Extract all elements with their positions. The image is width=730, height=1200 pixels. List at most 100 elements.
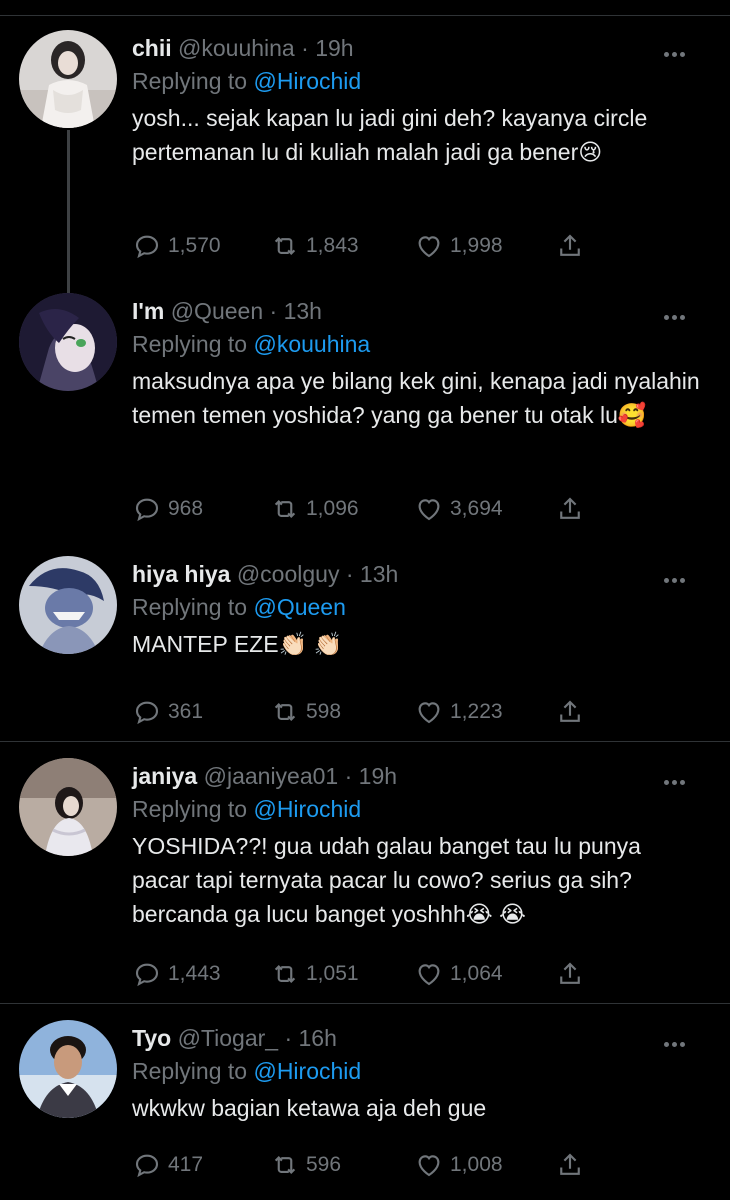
share-button[interactable] <box>555 695 591 729</box>
avatar[interactable] <box>19 1020 117 1118</box>
avatar[interactable] <box>19 556 117 654</box>
mention-link[interactable]: @Hirochid <box>253 796 361 822</box>
tweet-header: hiya hiya @coolguy · 13h <box>132 559 700 589</box>
avatar[interactable] <box>19 293 117 391</box>
replying-to: Replying to @Hirochid <box>132 794 700 824</box>
reply-button[interactable]: 1,443 <box>132 957 221 991</box>
separator-dot: · <box>344 763 353 789</box>
reply-count: 1,443 <box>168 962 221 985</box>
heart-icon <box>418 702 440 724</box>
tweet-actions: 1,570 1,843 1,998 <box>132 229 592 263</box>
mention-link[interactable]: @Queen <box>253 594 345 620</box>
timestamp[interactable]: 19h <box>315 35 353 61</box>
reply-count: 361 <box>168 700 204 723</box>
tweet-text: MANTEP EZE👏🏻 👏🏻 <box>132 627 700 661</box>
share-button[interactable] <box>555 229 591 263</box>
timestamp[interactable]: 13h <box>284 298 322 324</box>
username[interactable]: @kouuhina <box>178 35 295 61</box>
username[interactable]: @Tiogar_ <box>178 1025 278 1051</box>
avatar[interactable] <box>19 758 117 856</box>
heart-icon <box>418 1155 440 1177</box>
share-button[interactable] <box>555 957 591 991</box>
timestamp[interactable]: 13h <box>360 561 398 587</box>
retweet-button[interactable]: 1,843 <box>270 229 359 263</box>
retweet-count: 1,051 <box>306 962 359 985</box>
like-button[interactable]: 1,008 <box>414 1148 503 1182</box>
username[interactable]: @coolguy <box>237 561 340 587</box>
avatar[interactable] <box>19 30 117 128</box>
mention-link[interactable]: @Hirochid <box>253 68 361 94</box>
timestamp[interactable]: 19h <box>359 763 397 789</box>
share-icon <box>560 234 580 256</box>
tweet-text: wkwkw bagian ketawa aja deh gue <box>132 1091 700 1125</box>
separator-dot: · <box>345 561 354 587</box>
like-count: 1,064 <box>450 962 503 985</box>
display-name[interactable]: janiya <box>132 763 197 789</box>
share-icon <box>560 700 580 722</box>
share-icon <box>560 962 580 984</box>
retweet-icon <box>274 964 296 984</box>
tweet-content: janiya @jaaniyea01 · 19h Replying to @Hi… <box>132 761 700 931</box>
like-count: 1,223 <box>450 700 503 723</box>
retweet-button[interactable]: 1,096 <box>270 492 359 526</box>
heart-icon <box>418 236 440 258</box>
display-name[interactable]: chii <box>132 35 172 61</box>
more-options-icon[interactable] <box>664 307 692 320</box>
replying-to: Replying to @kouuhina <box>132 329 700 359</box>
emoji: 😭 😭 <box>465 901 526 927</box>
more-options-icon[interactable] <box>664 570 692 583</box>
more-options-icon[interactable] <box>664 772 692 785</box>
share-button[interactable] <box>555 1148 591 1182</box>
mention-link[interactable]: @kouuhina <box>253 331 370 357</box>
like-button[interactable]: 1,223 <box>414 695 503 729</box>
emoji: 👏🏻 👏🏻 <box>278 631 343 657</box>
share-icon <box>560 1153 580 1175</box>
username[interactable]: @Queen <box>171 298 263 324</box>
replying-to-label: Replying to <box>132 796 248 822</box>
reply-button[interactable]: 1,570 <box>132 229 221 263</box>
retweet-button[interactable]: 1,051 <box>270 957 359 991</box>
display-name[interactable]: hiya hiya <box>132 561 230 587</box>
like-count: 1,998 <box>450 234 503 257</box>
tweet-text-content: yosh... sejak kapan lu jadi gini deh? ka… <box>132 105 648 165</box>
emoji: 😢 <box>578 139 603 165</box>
replying-to-label: Replying to <box>132 1058 248 1084</box>
more-options-icon[interactable] <box>664 1034 692 1047</box>
reply-button[interactable]: 361 <box>132 695 203 729</box>
reply-count: 968 <box>168 497 204 520</box>
tweet-text: yosh... sejak kapan lu jadi gini deh? ka… <box>132 101 700 169</box>
like-button[interactable]: 1,064 <box>414 957 503 991</box>
display-name[interactable]: Tyo <box>132 1025 171 1051</box>
replying-to-label: Replying to <box>132 331 248 357</box>
reply-count: 417 <box>168 1153 204 1176</box>
retweet-icon <box>274 702 296 722</box>
tweet-text-content: wkwkw bagian ketawa aja deh gue <box>132 1095 487 1121</box>
reply-button[interactable]: 968 <box>132 492 203 526</box>
timestamp[interactable]: 16h <box>299 1025 337 1051</box>
retweet-icon <box>274 236 296 256</box>
retweet-button[interactable]: 598 <box>270 695 341 729</box>
mention-link[interactable]: @Hirochid <box>253 1058 361 1084</box>
separator-dot: · <box>269 298 278 324</box>
tweet-text-content: YOSHIDA??! gua udah galau banget tau lu … <box>132 833 641 927</box>
reply-icon <box>135 498 159 522</box>
like-button[interactable]: 1,998 <box>414 229 503 263</box>
like-button[interactable]: 3,694 <box>414 492 503 526</box>
tweet-actions: 968 1,096 3,694 <box>132 492 592 526</box>
top-divider <box>0 15 730 16</box>
more-options-icon[interactable] <box>664 44 692 57</box>
heart-icon <box>418 499 440 521</box>
reply-icon <box>135 1154 159 1178</box>
tweet-header: I'm @Queen · 13h <box>132 296 700 326</box>
like-count: 3,694 <box>450 497 503 520</box>
separator-dot: · <box>301 35 309 61</box>
share-button[interactable] <box>555 492 591 526</box>
replying-to-label: Replying to <box>132 68 248 94</box>
display-name[interactable]: I'm <box>132 298 164 324</box>
thread-connector <box>67 130 70 297</box>
username[interactable]: @jaaniyea01 <box>204 763 339 789</box>
reply-button[interactable]: 417 <box>132 1148 203 1182</box>
retweet-count: 1,096 <box>306 497 359 520</box>
reply-icon <box>135 963 159 987</box>
retweet-button[interactable]: 596 <box>270 1148 341 1182</box>
